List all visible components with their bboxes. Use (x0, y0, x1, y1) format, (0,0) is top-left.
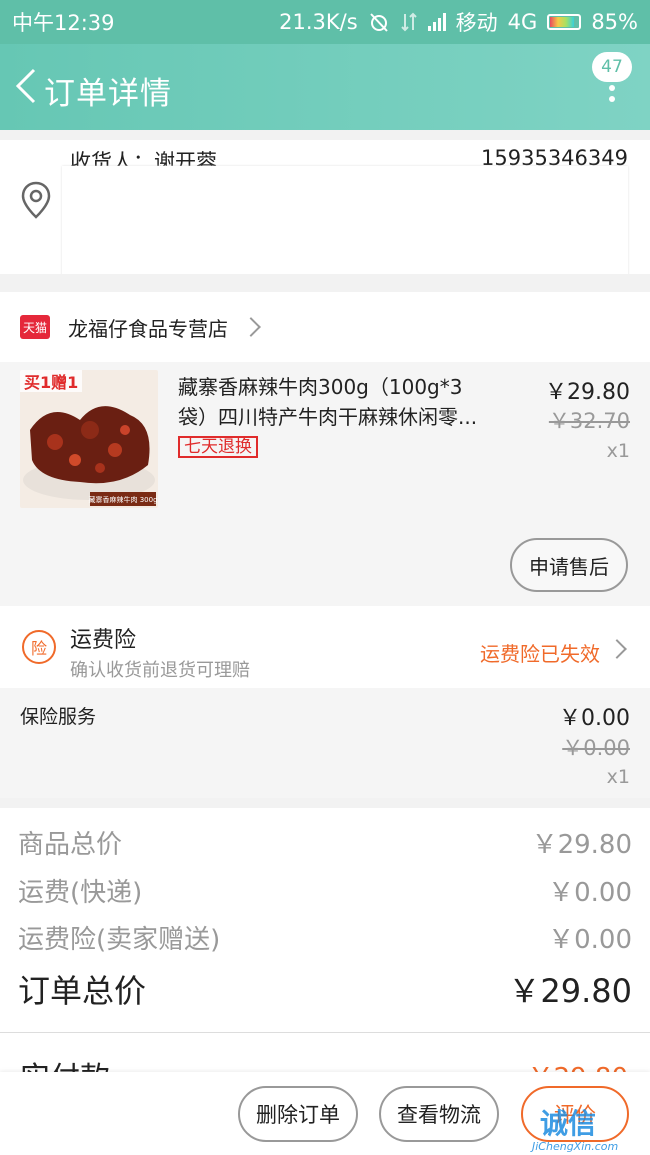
product-image-caption: 藏寨香麻辣牛肉 300g (88, 495, 157, 504)
insurance-icon: 险 (22, 630, 56, 664)
product-original-price: ￥32.70 (548, 409, 630, 433)
freight-insurance-title: 运费险 (70, 628, 137, 653)
site-watermark: 诚信 JiChengXin.com (526, 1102, 646, 1154)
insurance-service-quantity: x1 (606, 766, 630, 788)
order-total-value: ￥29.80 (508, 972, 632, 1010)
freight-insurance-status: 运费险已失效 (480, 642, 600, 666)
shipping-address-card: 收货人：谢开蓉 15935346349 (0, 140, 650, 274)
status-bar: 中午12:39 21.3K/s 移动 4G 85% (0, 0, 650, 44)
store-name: 龙福仔食品专营店 (68, 316, 228, 341)
product-title-line2: 袋）四川特产牛肉干麻辣休闲零... (178, 405, 478, 429)
network-speed: 21.3K/s (279, 10, 358, 34)
back-arrow-icon[interactable] (12, 66, 40, 106)
price-summary: 商品总价 ￥29.80 运费(快递) ￥0.00 运费险(卖家赠送) ￥0.00… (0, 808, 650, 1032)
paid-label: 实付款 (20, 1053, 110, 1072)
alarm-off-icon (369, 13, 388, 32)
battery-icon (547, 14, 582, 30)
summary-value: ￥29.80 (531, 830, 632, 860)
page-title: 订单详情 (44, 76, 172, 112)
store-row[interactable]: 天猫 龙福仔食品专营店 (0, 292, 650, 362)
summary-value: ￥0.00 (548, 878, 632, 908)
tmall-icon: 天猫 (20, 315, 50, 339)
product-quantity: x1 (606, 440, 630, 462)
apply-after-sale-button[interactable]: 申请售后 (510, 538, 628, 592)
seven-day-return-tag: 七天退换 (178, 436, 258, 458)
app-header: 订单详情 47 (0, 44, 650, 130)
chevron-right-icon (607, 639, 627, 659)
product-title: 藏寨香麻辣牛肉300g（100g*3 袋）四川特产牛肉干麻辣休闲零... (178, 372, 508, 432)
view-logistics-button[interactable]: 查看物流 (379, 1086, 499, 1142)
status-time: 中午12:39 (12, 11, 115, 35)
chevron-right-icon (241, 317, 261, 337)
product-title-line1: 藏寨香麻辣牛肉300g（100g*3 (178, 375, 463, 399)
summary-label: 商品总价 (18, 830, 123, 860)
paid-amount-row: 实付款 ￥29.80 (0, 1032, 650, 1072)
product-image: 藏寨香麻辣牛肉 300g 买1赠1 (20, 370, 158, 508)
carrier-name: 移动 (455, 11, 498, 35)
insurance-service-label: 保险服务 (20, 706, 97, 728)
product-item[interactable]: 藏寨香麻辣牛肉 300g 买1赠1 藏寨香麻辣牛肉300g（100g*3 袋）四… (0, 362, 650, 606)
product-price: ￥29.80 (545, 380, 630, 405)
insurance-service-price: ￥0.00 (559, 706, 630, 731)
product-image-promo: 买1赠1 (24, 373, 78, 392)
battery-level: 85% (591, 10, 638, 34)
more-menu-icon[interactable] (608, 74, 616, 104)
freight-insurance-subtitle: 确认收货前退货可理赔 (70, 660, 250, 681)
insurance-service-original-price: ￥0.00 (562, 736, 630, 760)
network-type: 4G (507, 10, 538, 34)
summary-label: 运费(快递) (18, 878, 143, 908)
order-total-label: 订单总价 (18, 972, 147, 1010)
address-redaction-overlay (62, 166, 628, 274)
data-transfer-icon (400, 12, 417, 32)
signal-icon (427, 13, 446, 31)
summary-row: 商品总价 ￥29.80 (18, 824, 632, 861)
summary-value: ￥0.00 (548, 925, 632, 955)
delete-order-button[interactable]: 删除订单 (238, 1086, 358, 1142)
order-total-row: 订单总价 ￥29.80 (18, 966, 632, 1012)
watermark-url: JiChengXin.com (532, 1140, 619, 1153)
summary-row: 运费(快递) ￥0.00 (18, 872, 632, 909)
insurance-service-item: 保险服务 ￥0.00 ￥0.00 x1 (0, 688, 650, 798)
location-pin-icon (21, 181, 51, 219)
summary-label: 运费险(卖家赠送) (18, 925, 221, 955)
paid-value: ￥29.80 (528, 1057, 628, 1072)
summary-row: 运费险(卖家赠送) ￥0.00 (18, 919, 632, 956)
freight-insurance-row[interactable]: 险 运费险 确认收货前退货可理赔 运费险已失效 (0, 606, 650, 688)
watermark-text: 诚信 (540, 1107, 597, 1140)
